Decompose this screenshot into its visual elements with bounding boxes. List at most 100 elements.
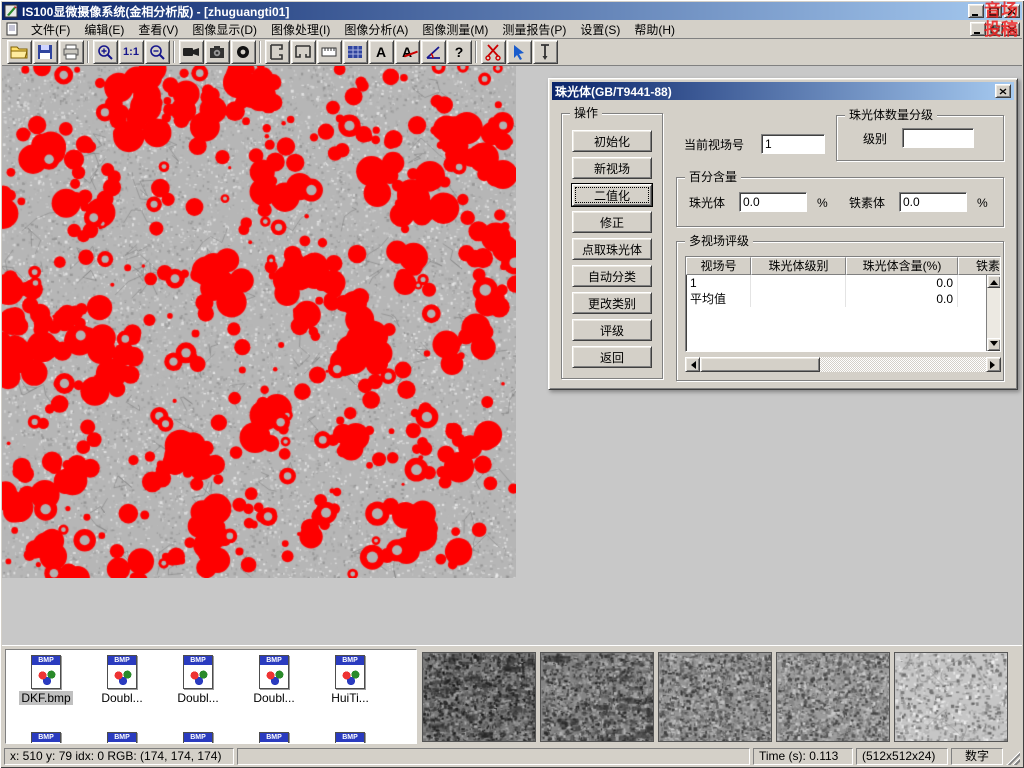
col-ferrite[interactable]: 铁素 (958, 257, 1001, 275)
window-title: IS100显微摄像系统(金相分析版) - [zhuguangti01] (22, 3, 289, 20)
file-name[interactable]: Doubl... (251, 691, 296, 705)
mdi-restore-button[interactable] (987, 22, 1003, 36)
ferrite-label: 铁素体 (849, 195, 885, 211)
metallograph-image[interactable] (2, 66, 516, 578)
ferrite-percent-input[interactable] (899, 192, 967, 212)
menu-item-image-analysis[interactable]: 图像分析(A) (337, 19, 415, 40)
file-item[interactable]: BMP (84, 732, 160, 744)
new-field-button[interactable]: 新视场 (572, 157, 652, 179)
file-item[interactable]: BMP (160, 732, 236, 744)
caliper-vertical-icon[interactable] (291, 40, 316, 64)
help-icon[interactable]: ? (447, 40, 472, 64)
file-name[interactable]: Doubl... (175, 691, 220, 705)
title-bar: IS100显微摄像系统(金相分析版) - [zhuguangti01] (2, 2, 1022, 20)
auto-classify-button[interactable]: 自动分类 (572, 265, 652, 287)
table-row[interactable]: 平均值 0.0 (686, 291, 1000, 307)
rating-table[interactable]: 视场号 珠光体级别 珠光体含量(%) 铁素 1 0.0 平均值 0 (685, 256, 1001, 352)
cut-icon[interactable] (481, 40, 506, 64)
col-field-number[interactable]: 视场号 (686, 257, 751, 275)
table-horizontal-scrollbar[interactable] (685, 357, 1001, 372)
toolbar-separator (259, 41, 261, 63)
pointer-icon[interactable] (507, 40, 532, 64)
video-camera-icon[interactable] (179, 40, 204, 64)
zoom-in-icon[interactable] (93, 40, 118, 64)
mdi-close-button[interactable] (1004, 22, 1020, 36)
change-class-button[interactable]: 更改类别 (572, 292, 652, 314)
resize-grip[interactable] (1006, 751, 1020, 765)
menu-item-view[interactable]: 查看(V) (131, 19, 185, 40)
print-icon[interactable] (59, 40, 84, 64)
file-item[interactable]: BMP (8, 732, 84, 744)
file-item[interactable]: BMP (312, 732, 388, 744)
file-item[interactable]: BMP Doubl... (160, 655, 236, 705)
pick-pearlite-button[interactable]: 点取珠光体 (572, 238, 652, 260)
file-list[interactable]: BMP DKF.bmp BMP Doubl... BMP Doubl... BM… (5, 649, 417, 744)
text-style-icon[interactable]: A (395, 40, 420, 64)
menu-item-image-display[interactable]: 图像显示(D) (185, 19, 264, 40)
menu-item-image-measure[interactable]: 图像测量(M) (415, 19, 495, 40)
plumb-ruler-icon[interactable] (533, 40, 558, 64)
cell-grade (751, 275, 846, 291)
multi-field-group-label: 多视场评级 (685, 234, 753, 248)
mdi-minimize-button[interactable] (970, 22, 986, 36)
thumbnail-5[interactable] (894, 652, 1008, 742)
ruler-icon[interactable] (317, 40, 342, 64)
cell-field: 1 (686, 275, 751, 291)
file-item[interactable]: BMP Doubl... (236, 655, 312, 705)
angle-measure-icon[interactable] (421, 40, 446, 64)
minimize-button[interactable] (968, 4, 984, 18)
col-pearlite-grade[interactable]: 珠光体级别 (751, 257, 846, 275)
return-button[interactable]: 返回 (572, 346, 652, 368)
file-item[interactable]: BMP (236, 732, 312, 744)
col-pearlite-content[interactable]: 珠光体含量(%) (846, 257, 958, 275)
scroll-up-icon[interactable] (987, 275, 1001, 288)
still-camera-icon[interactable] (205, 40, 230, 64)
thumbnail-2[interactable] (540, 652, 654, 742)
percent-sign: % (977, 195, 988, 211)
scroll-right-icon[interactable] (986, 357, 1001, 372)
save-icon[interactable] (33, 40, 58, 64)
file-name[interactable]: Doubl... (99, 691, 144, 705)
dialog-close-icon[interactable] (995, 84, 1011, 98)
caliper-icon[interactable] (265, 40, 290, 64)
menu-item-measure-report[interactable]: 测量报告(P) (495, 19, 573, 40)
pearlite-percent-input[interactable] (739, 192, 807, 212)
menu-bar: 文件(F) 编辑(E) 查看(V) 图像显示(D) 图像处理(I) 图像分析(A… (2, 20, 1022, 39)
correct-button[interactable]: 修正 (572, 211, 652, 233)
actual-size-icon[interactable]: 1:1 (119, 40, 144, 64)
menu-item-file[interactable]: 文件(F) (24, 19, 77, 40)
file-item-dkf[interactable]: BMP DKF.bmp (8, 655, 84, 705)
menu-item-image-process[interactable]: 图像处理(I) (264, 19, 337, 40)
thumbnail-1[interactable] (422, 652, 536, 742)
grade-button[interactable]: 评级 (572, 319, 652, 341)
menu-item-help[interactable]: 帮助(H) (627, 19, 682, 40)
bmp-file-icon: BMP (183, 655, 213, 689)
status-mode: 数字 (951, 748, 1003, 765)
open-folder-icon[interactable] (7, 40, 32, 64)
file-item[interactable]: BMP HuiTi... (312, 655, 388, 705)
zoom-out-icon[interactable] (145, 40, 170, 64)
dialog-title-bar[interactable]: 珠光体(GB/T9441-88) (552, 82, 1014, 100)
record-icon[interactable] (231, 40, 256, 64)
menu-item-settings[interactable]: 设置(S) (573, 19, 627, 40)
thumbnail-4[interactable] (776, 652, 890, 742)
close-button[interactable] (1004, 4, 1020, 18)
init-button[interactable]: 初始化 (572, 130, 652, 152)
file-name[interactable]: DKF.bmp (19, 691, 72, 705)
scroll-thumb[interactable] (700, 357, 820, 372)
menu-item-edit[interactable]: 编辑(E) (77, 19, 131, 40)
scroll-left-icon[interactable] (685, 357, 700, 372)
thumbnail-3[interactable] (658, 652, 772, 742)
table-row[interactable]: 1 0.0 (686, 275, 1000, 291)
binarize-button[interactable]: 二值化 (572, 184, 652, 206)
grid-icon[interactable] (343, 40, 368, 64)
text-icon[interactable]: A (369, 40, 394, 64)
current-field-input[interactable] (761, 134, 825, 154)
file-item[interactable]: BMP Doubl... (84, 655, 160, 705)
operation-group: 操作 初始化 新视场 二值化 修正 点取珠光体 自动分类 更改类别 评级 返回 (561, 113, 663, 379)
scroll-down-icon[interactable] (987, 338, 1001, 351)
file-name[interactable]: HuiTi... (329, 691, 371, 705)
table-vertical-scrollbar[interactable] (986, 275, 1000, 351)
maximize-button[interactable] (986, 4, 1002, 18)
grade-level-input[interactable] (902, 128, 974, 148)
